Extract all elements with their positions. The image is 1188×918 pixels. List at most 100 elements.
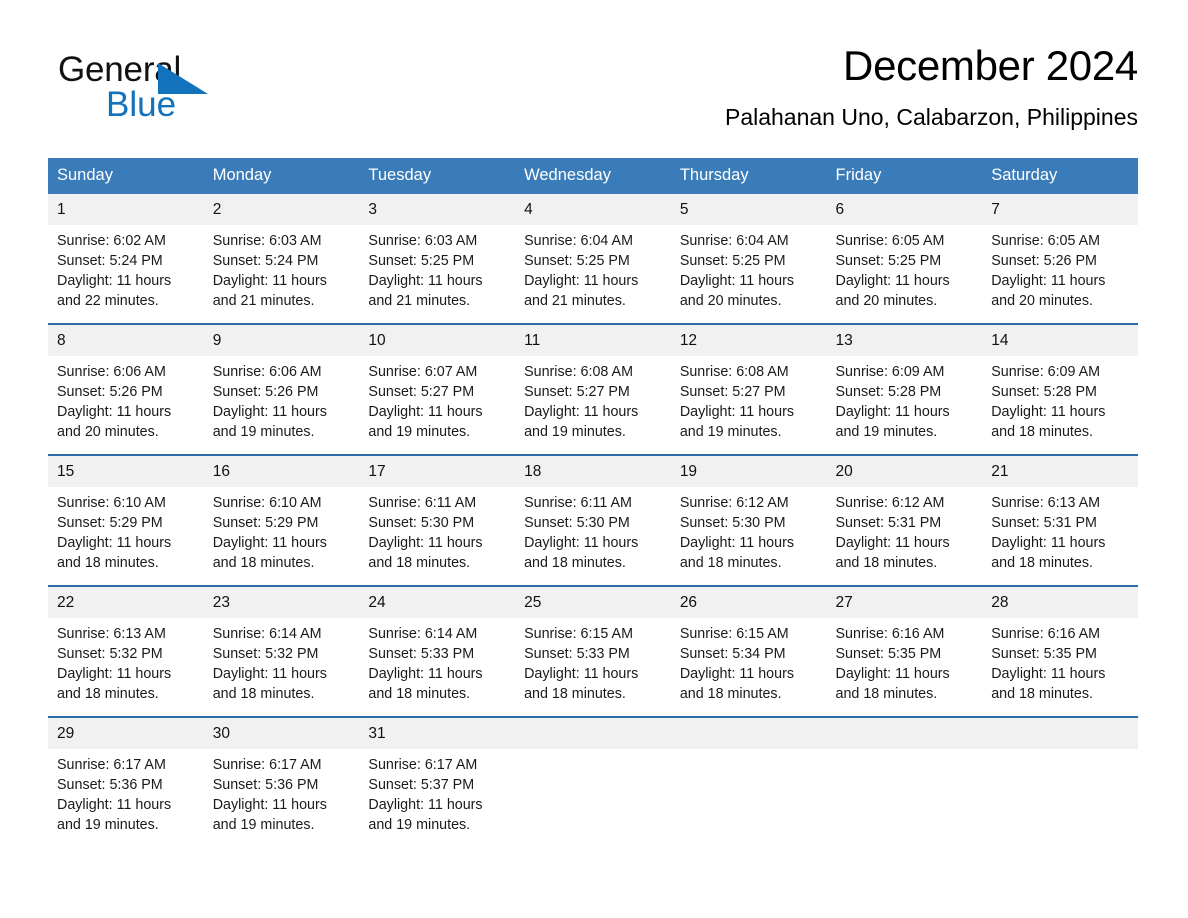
- daylight-text: Daylight: 11 hours and 21 minutes.: [524, 273, 639, 309]
- calendar-day-cell[interactable]: 2 Sunrise: 6:03 AM Sunset: 5:24 PM Dayli…: [203, 194, 360, 323]
- daylight-text: Daylight: 11 hours and 18 minutes.: [57, 666, 172, 702]
- sunrise-text: Sunrise: 6:15 AM: [679, 626, 789, 642]
- daylight-text: Daylight: 11 hours and 18 minutes.: [212, 666, 327, 702]
- calendar-day-cell[interactable]: 13 Sunrise: 6:09 AM Sunset: 5:28 PM Dayl…: [826, 323, 983, 454]
- calendar-day-cell[interactable]: 23 Sunrise: 6:14 AM Sunset: 5:32 PM Dayl…: [203, 585, 360, 716]
- day-details: Sunrise: 6:14 AM Sunset: 5:33 PM Dayligh…: [359, 618, 515, 716]
- calendar-day-cell[interactable]: 1 Sunrise: 6:02 AM Sunset: 5:24 PM Dayli…: [48, 194, 204, 323]
- day-number: 19: [670, 456, 827, 487]
- daylight-text: Daylight: 11 hours and 22 minutes.: [57, 273, 172, 309]
- day-details: Sunrise: 6:02 AM Sunset: 5:24 PM Dayligh…: [48, 225, 204, 323]
- day-details: [827, 749, 983, 767]
- sunrise-text: Sunrise: 6:10 AM: [212, 495, 322, 511]
- sunset-text: Sunset: 5:26 PM: [991, 253, 1097, 269]
- sunset-text: Sunset: 5:30 PM: [368, 515, 475, 531]
- calendar-day-cell[interactable]: 21 Sunrise: 6:13 AM Sunset: 5:31 PM Dayl…: [982, 454, 1138, 585]
- calendar-week-row: 8 Sunrise: 6:06 AM Sunset: 5:26 PM Dayli…: [48, 323, 1138, 454]
- day-number: 11: [515, 325, 671, 356]
- sunrise-text: Sunrise: 6:05 AM: [835, 233, 945, 249]
- calendar-week-row: 1 Sunrise: 6:02 AM Sunset: 5:24 PM Dayli…: [48, 194, 1138, 323]
- calendar-day-cell[interactable]: 10 Sunrise: 6:07 AM Sunset: 5:27 PM Dayl…: [359, 323, 516, 454]
- calendar-day-cell[interactable]: 29 Sunrise: 6:17 AM Sunset: 5:36 PM Dayl…: [48, 716, 204, 847]
- sunset-text: Sunset: 5:36 PM: [57, 777, 163, 793]
- day-number: 6: [826, 194, 983, 225]
- day-number: [515, 718, 671, 749]
- general-blue-logo: General Blue: [58, 50, 358, 128]
- calendar-day-cell[interactable]: 22 Sunrise: 6:13 AM Sunset: 5:32 PM Dayl…: [48, 585, 204, 716]
- day-number: [982, 718, 1138, 749]
- calendar-day-cell[interactable]: 8 Sunrise: 6:06 AM Sunset: 5:26 PM Dayli…: [48, 323, 204, 454]
- sunset-text: Sunset: 5:34 PM: [679, 646, 786, 662]
- weekday-header-thursday: Thursday: [670, 158, 827, 194]
- daylight-text: Daylight: 11 hours and 20 minutes.: [679, 273, 794, 309]
- sunrise-text: Sunrise: 6:17 AM: [57, 757, 166, 773]
- sunrise-text: Sunrise: 6:03 AM: [212, 233, 322, 249]
- calendar-day-cell[interactable]: 14 Sunrise: 6:09 AM Sunset: 5:28 PM Dayl…: [982, 323, 1138, 454]
- sunset-text: Sunset: 5:24 PM: [212, 253, 319, 269]
- calendar-day-cell[interactable]: 12 Sunrise: 6:08 AM Sunset: 5:27 PM Dayl…: [670, 323, 827, 454]
- day-details: Sunrise: 6:06 AM Sunset: 5:26 PM Dayligh…: [204, 356, 360, 454]
- calendar-day-cell[interactable]: 9 Sunrise: 6:06 AM Sunset: 5:26 PM Dayli…: [203, 323, 360, 454]
- calendar-day-cell[interactable]: 18 Sunrise: 6:11 AM Sunset: 5:30 PM Dayl…: [515, 454, 671, 585]
- day-details: [982, 749, 1138, 767]
- calendar-day-cell[interactable]: 24 Sunrise: 6:14 AM Sunset: 5:33 PM Dayl…: [359, 585, 516, 716]
- calendar-day-cell[interactable]: 11 Sunrise: 6:08 AM Sunset: 5:27 PM Dayl…: [515, 323, 671, 454]
- calendar-day-cell[interactable]: 17 Sunrise: 6:11 AM Sunset: 5:30 PM Dayl…: [359, 454, 516, 585]
- calendar-day-cell[interactable]: 25 Sunrise: 6:15 AM Sunset: 5:33 PM Dayl…: [515, 585, 671, 716]
- sunset-text: Sunset: 5:25 PM: [835, 253, 942, 269]
- day-details: Sunrise: 6:11 AM Sunset: 5:30 PM Dayligh…: [515, 487, 671, 585]
- sunset-text: Sunset: 5:27 PM: [524, 384, 630, 400]
- day-number: 1: [48, 194, 204, 225]
- weekday-header-wednesday: Wednesday: [515, 158, 671, 194]
- sunrise-text: Sunrise: 6:17 AM: [212, 757, 322, 773]
- calendar-day-cell[interactable]: 31 Sunrise: 6:17 AM Sunset: 5:37 PM Dayl…: [359, 716, 516, 847]
- sunrise-text: Sunrise: 6:15 AM: [524, 626, 633, 642]
- sunrise-text: Sunrise: 6:10 AM: [57, 495, 166, 511]
- day-number: [670, 718, 827, 749]
- calendar-day-cell[interactable]: 5 Sunrise: 6:04 AM Sunset: 5:25 PM Dayli…: [670, 194, 827, 323]
- sunrise-text: Sunrise: 6:13 AM: [57, 626, 166, 642]
- calendar-day-cell[interactable]: 6 Sunrise: 6:05 AM Sunset: 5:25 PM Dayli…: [826, 194, 983, 323]
- page-subtitle: Palahanan Uno, Calabarzon, Philippines: [724, 104, 1138, 130]
- day-number: 22: [48, 587, 204, 618]
- calendar-day-cell[interactable]: 26 Sunrise: 6:15 AM Sunset: 5:34 PM Dayl…: [670, 585, 827, 716]
- calendar-week-row: 22 Sunrise: 6:13 AM Sunset: 5:32 PM Dayl…: [48, 585, 1138, 716]
- page-title: December 2024: [843, 42, 1138, 89]
- day-details: Sunrise: 6:17 AM Sunset: 5:37 PM Dayligh…: [359, 749, 515, 847]
- sunset-text: Sunset: 5:33 PM: [524, 646, 630, 662]
- daylight-text: Daylight: 11 hours and 21 minutes.: [368, 273, 483, 309]
- day-number: 21: [982, 456, 1138, 487]
- calendar-day-cell[interactable]: 7 Sunrise: 6:05 AM Sunset: 5:26 PM Dayli…: [982, 194, 1138, 323]
- daylight-text: Daylight: 11 hours and 18 minutes.: [524, 666, 639, 702]
- calendar-day-cell[interactable]: 20 Sunrise: 6:12 AM Sunset: 5:31 PM Dayl…: [826, 454, 983, 585]
- weekday-header-saturday: Saturday: [982, 158, 1138, 194]
- day-details: Sunrise: 6:15 AM Sunset: 5:34 PM Dayligh…: [671, 618, 827, 716]
- calendar-day-cell[interactable]: 16 Sunrise: 6:10 AM Sunset: 5:29 PM Dayl…: [203, 454, 360, 585]
- day-details: Sunrise: 6:06 AM Sunset: 5:26 PM Dayligh…: [48, 356, 204, 454]
- calendar-day-cell[interactable]: 3 Sunrise: 6:03 AM Sunset: 5:25 PM Dayli…: [359, 194, 516, 323]
- day-number: 13: [826, 325, 983, 356]
- sunset-text: Sunset: 5:26 PM: [212, 384, 319, 400]
- day-details: Sunrise: 6:10 AM Sunset: 5:29 PM Dayligh…: [48, 487, 204, 585]
- sunrise-text: Sunrise: 6:08 AM: [524, 364, 633, 380]
- day-details: Sunrise: 6:17 AM Sunset: 5:36 PM Dayligh…: [204, 749, 360, 847]
- day-details: Sunrise: 6:05 AM Sunset: 5:25 PM Dayligh…: [827, 225, 983, 323]
- day-number: 26: [670, 587, 827, 618]
- day-number: 24: [359, 587, 516, 618]
- calendar-day-cell[interactable]: 30 Sunrise: 6:17 AM Sunset: 5:36 PM Dayl…: [203, 716, 360, 847]
- sunset-text: Sunset: 5:37 PM: [368, 777, 475, 793]
- calendar-day-cell[interactable]: 4 Sunrise: 6:04 AM Sunset: 5:25 PM Dayli…: [515, 194, 671, 323]
- calendar-day-cell[interactable]: 27 Sunrise: 6:16 AM Sunset: 5:35 PM Dayl…: [826, 585, 983, 716]
- calendar-day-cell[interactable]: 28 Sunrise: 6:16 AM Sunset: 5:35 PM Dayl…: [982, 585, 1138, 716]
- sunrise-text: Sunrise: 6:14 AM: [368, 626, 478, 642]
- weekday-header-sunday: Sunday: [48, 158, 204, 194]
- sunset-text: Sunset: 5:33 PM: [368, 646, 475, 662]
- day-details: Sunrise: 6:13 AM Sunset: 5:32 PM Dayligh…: [48, 618, 204, 716]
- sunrise-text: Sunrise: 6:04 AM: [679, 233, 789, 249]
- title-block: December 2024 Palahanan Uno, Calabarzon,…: [438, 40, 1138, 132]
- day-details: Sunrise: 6:08 AM Sunset: 5:27 PM Dayligh…: [671, 356, 827, 454]
- calendar-day-cell[interactable]: 15 Sunrise: 6:10 AM Sunset: 5:29 PM Dayl…: [48, 454, 204, 585]
- calendar-week-row: 29 Sunrise: 6:17 AM Sunset: 5:36 PM Dayl…: [48, 716, 1138, 847]
- sunrise-text: Sunrise: 6:05 AM: [991, 233, 1101, 249]
- calendar-day-cell[interactable]: 19 Sunrise: 6:12 AM Sunset: 5:30 PM Dayl…: [670, 454, 827, 585]
